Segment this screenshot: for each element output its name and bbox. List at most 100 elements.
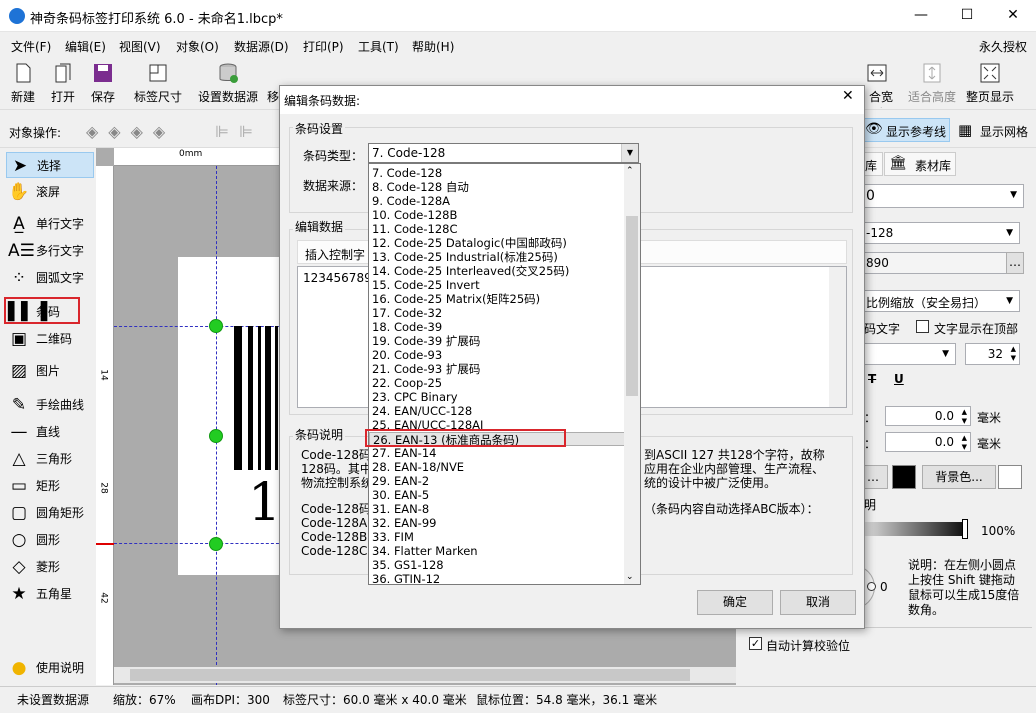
- barcode-type-option[interactable]: 15. Code-25 Invert: [369, 278, 625, 292]
- chevron-down-icon[interactable]: ⌄: [626, 572, 634, 582]
- rotation-handle[interactable]: [867, 582, 876, 591]
- barcode-type-option[interactable]: 7. Code-128: [369, 166, 625, 180]
- chevron-up-icon[interactable]: ⌃: [626, 166, 634, 176]
- label-size-button[interactable]: 标签尺寸: [132, 62, 184, 108]
- tool-image[interactable]: ▨ 图片: [6, 358, 94, 384]
- barcode-type-option[interactable]: 17. Code-32: [369, 306, 625, 320]
- tool-scroll[interactable]: ✋ 滚屏: [6, 179, 94, 205]
- tool-line[interactable]: — 直线: [6, 419, 94, 445]
- type-select[interactable]: 0 ▼: [860, 184, 1024, 208]
- canvas-hscroll-thumb[interactable]: [130, 669, 690, 681]
- barcode-type-option[interactable]: 35. GS1-128: [369, 558, 625, 572]
- barcode-type-option[interactable]: 22. Coop-25: [369, 376, 625, 390]
- barcode-type-option[interactable]: 12. Code-25 Datalogic(中国邮政码): [369, 236, 625, 250]
- tool-star[interactable]: ★ 五角星: [6, 581, 94, 607]
- barcode-type-option[interactable]: 30. EAN-5: [369, 488, 625, 502]
- barcode-type-option[interactable]: 29. EAN-2: [369, 474, 625, 488]
- tool-help[interactable]: ● 使用说明: [6, 655, 94, 681]
- fit-height-button[interactable]: 适合高度: [906, 62, 958, 108]
- y-offset-spinner[interactable]: 0.0 ▲ ▼: [885, 432, 971, 452]
- x-offset-spinner[interactable]: 0.0 ▲ ▼: [885, 406, 971, 426]
- strikethrough-icon[interactable]: T: [868, 372, 876, 386]
- barcode-type-option[interactable]: 36. GTIN-12: [369, 572, 625, 586]
- tool-triangle[interactable]: △ 三角形: [6, 446, 94, 472]
- barcode-type-combobox[interactable]: 7. Code-128 ▼: [368, 143, 639, 163]
- resize-handle-bottom[interactable]: [209, 537, 223, 551]
- save-button[interactable]: 保存: [88, 62, 118, 108]
- ok-button[interactable]: 确定: [697, 590, 773, 615]
- description-scrollbar[interactable]: [835, 448, 850, 572]
- close-button[interactable]: ✕: [990, 0, 1036, 32]
- data-more-button[interactable]: …: [1006, 252, 1024, 274]
- menu-print[interactable]: 打印(P): [303, 38, 344, 55]
- minimize-button[interactable]: —: [898, 0, 944, 32]
- barcode-type-option[interactable]: 21. Code-93 扩展码: [369, 362, 625, 376]
- partial-tool-button[interactable]: 移: [266, 62, 280, 108]
- code-select[interactable]: -128 ▼: [860, 222, 1020, 244]
- barcode-type-option[interactable]: 9. Code-128A: [369, 194, 625, 208]
- menu-object[interactable]: 对象(O): [176, 38, 219, 55]
- barcode-type-option[interactable]: 27. EAN-14: [369, 446, 625, 460]
- font-size-spinner[interactable]: 32 ▲ ▼: [965, 343, 1020, 365]
- barcode-object[interactable]: [232, 326, 280, 470]
- resize-handle-top[interactable]: [209, 319, 223, 333]
- fg-color-swatch[interactable]: [892, 465, 916, 489]
- font-select[interactable]: ▼: [860, 343, 956, 365]
- barcode-type-option[interactable]: 18. Code-39: [369, 320, 625, 334]
- textarea-scrollbar[interactable]: [829, 267, 846, 407]
- tool-diamond[interactable]: ◇ 菱形: [6, 554, 94, 580]
- barcode-type-option[interactable]: 13. Code-25 Industrial(标准25码): [369, 250, 625, 264]
- bg-color-button[interactable]: 背景色...: [922, 465, 996, 489]
- barcode-type-option[interactable]: 10. Code-128B: [369, 208, 625, 222]
- barcode-type-option[interactable]: 16. Code-25 Matrix(矩阵25码): [369, 292, 625, 306]
- data-field[interactable]: 890: [860, 252, 1008, 274]
- open-button[interactable]: 打开: [48, 62, 78, 108]
- dropdown-scroll-thumb[interactable]: [626, 216, 638, 396]
- barcode-type-option[interactable]: 19. Code-39 扩展码: [369, 334, 625, 348]
- barcode-type-option[interactable]: 32. EAN-99: [369, 516, 625, 530]
- underline-icon[interactable]: U: [894, 372, 904, 386]
- menu-tools[interactable]: 工具(T): [358, 38, 399, 55]
- new-button[interactable]: 新建: [8, 62, 38, 108]
- barcode-type-option[interactable]: 23. CPC Binary: [369, 390, 625, 404]
- barcode-type-option[interactable]: 24. EAN/UCC-128: [369, 404, 625, 418]
- barcode-type-option[interactable]: 33. FIM: [369, 530, 625, 544]
- tool-arc-text[interactable]: ⁘ 圆弧文字: [6, 265, 94, 291]
- resize-handle-middle[interactable]: [209, 429, 223, 443]
- barcode-type-option[interactable]: 28. EAN-18/NVE: [369, 460, 625, 474]
- tool-qrcode[interactable]: ▣ 二维码: [6, 326, 94, 352]
- auto-check-checkbox[interactable]: ✓: [749, 637, 762, 650]
- fit-width-button[interactable]: 合宽度: [864, 62, 898, 108]
- tool-circle[interactable]: ○ 圆形: [6, 527, 94, 553]
- tool-barcode[interactable]: ▌▌▐ 条码: [4, 297, 80, 324]
- transparency-slider[interactable]: [864, 522, 964, 536]
- tool-multi-text[interactable]: A☰ 多行文字: [6, 238, 94, 264]
- barcode-type-option[interactable]: 14. Code-25 Interleaved(交叉25码): [369, 264, 625, 278]
- menu-file[interactable]: 文件(F): [11, 38, 51, 55]
- bg-color-swatch[interactable]: [998, 465, 1022, 489]
- full-page-button[interactable]: 整页显示: [964, 62, 1016, 108]
- cancel-button[interactable]: 取消: [780, 590, 856, 615]
- menu-view[interactable]: 视图(V): [119, 38, 161, 55]
- scale-select[interactable]: 比例缩放（安全易扫） ▼: [860, 290, 1020, 312]
- tool-rect[interactable]: ▭ 矩形: [6, 473, 94, 499]
- dropdown-scrollbar[interactable]: ⌃ ⌄: [624, 164, 640, 584]
- dialog-close-button[interactable]: ✕: [842, 88, 854, 104]
- barcode-type-option[interactable]: 34. Flatter Marken: [369, 544, 625, 558]
- tool-round-rect[interactable]: ▢ 圆角矩形: [6, 500, 94, 526]
- set-datasource-button[interactable]: 设置数据源: [196, 62, 260, 108]
- chevron-down-icon[interactable]: ▼: [621, 144, 638, 162]
- menu-datasource[interactable]: 数据源(D): [234, 38, 289, 55]
- transparency-slider-thumb[interactable]: [962, 519, 968, 539]
- barcode-type-option[interactable]: 31. EAN-8: [369, 502, 625, 516]
- tool-freehand[interactable]: ✎ 手绘曲线: [6, 392, 94, 418]
- barcode-type-option[interactable]: 8. Code-128 自动: [369, 180, 625, 194]
- tool-select[interactable]: ➤ 选择: [6, 152, 94, 178]
- text-top-checkbox[interactable]: [916, 320, 929, 333]
- barcode-type-option[interactable]: 20. Code-93: [369, 348, 625, 362]
- barcode-type-option[interactable]: 11. Code-128C: [369, 222, 625, 236]
- tab-material[interactable]: 🏛 素材库: [884, 152, 956, 176]
- show-guides-toggle[interactable]: 👁 显示参考线: [860, 118, 950, 142]
- show-grid-toggle[interactable]: ▦ 显示网格: [956, 122, 1034, 140]
- menu-help[interactable]: 帮助(H): [412, 38, 454, 55]
